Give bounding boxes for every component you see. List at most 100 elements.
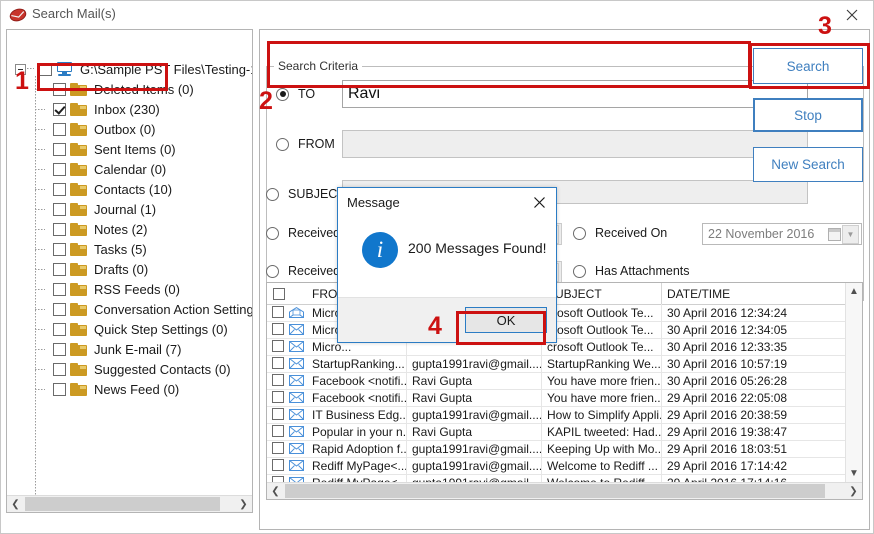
grid-select-all-cell[interactable]: [267, 283, 290, 304]
row-checkbox[interactable]: [272, 323, 284, 335]
row-checkbox[interactable]: [272, 459, 284, 471]
row-checkbox[interactable]: [272, 425, 284, 437]
radio-has-attachments[interactable]: Has Attachments: [573, 264, 690, 278]
table-row[interactable]: Rapid Adoption f... gupta1991ravi@gmail..…: [267, 440, 862, 458]
row-checkbox[interactable]: [272, 391, 284, 403]
row-checkbox[interactable]: [272, 306, 284, 318]
grid-header-subject[interactable]: SUBJECT: [542, 283, 662, 304]
tree-checkbox[interactable]: [53, 242, 66, 256]
radio-subject-button[interactable]: [266, 187, 279, 201]
table-row[interactable]: Facebook <notifi... Ravi Gupta You have mo…: [267, 389, 862, 407]
dialog-ok-button[interactable]: OK: [465, 307, 547, 333]
cell-subject: Keeping Up with Mo...: [542, 440, 662, 457]
tree-node-journal-1[interactable]: Journal (1): [53, 199, 156, 219]
scroll-right-icon[interactable]: ❯: [845, 483, 862, 499]
tree-node-suggested-contacts-0[interactable]: Suggested Contacts (0): [53, 359, 231, 379]
table-row[interactable]: Rediff MyPage<...gupta1991ravi@gmail....…: [267, 474, 862, 482]
tree-checkbox[interactable]: [53, 282, 66, 296]
table-row[interactable]: Rediff MyPage<...gupta1991ravi@gmail....…: [267, 457, 862, 475]
tree-node-outbox-0[interactable]: Outbox (0): [53, 119, 155, 139]
row-checkbox[interactable]: [272, 357, 284, 369]
table-row[interactable]: IT Business Edg... gupta1991ravi@gmail...…: [267, 406, 862, 424]
scroll-up-icon[interactable]: ▲: [846, 283, 862, 300]
tree-expander-root[interactable]: [15, 64, 26, 75]
tree-checkbox[interactable]: [53, 262, 66, 276]
search-button[interactable]: Search: [753, 48, 863, 84]
tree-node-junk-e-mail-7[interactable]: Junk E-mail (7): [53, 339, 181, 359]
received-on-datepicker[interactable]: 22 November 2016 ▼: [702, 223, 862, 245]
tree-checkbox[interactable]: [53, 222, 66, 236]
tree-horizontal-scrollbar[interactable]: ❮ ❯: [7, 495, 252, 512]
radio-to[interactable]: TO: [276, 87, 315, 101]
row-checkbox[interactable]: [272, 340, 284, 352]
grid-horizontal-scrollbar[interactable]: ❮ ❯: [267, 482, 862, 499]
radio-subject[interactable]: SUBJECT: [266, 187, 345, 201]
table-row[interactable]: Facebook <notifi... Ravi Gupta You have mo…: [267, 372, 862, 390]
folder-tree[interactable]: G:\Sample PST Files\Testing-1 Deleted It…: [7, 30, 252, 495]
cell-to: Ravi Gupta: [407, 372, 542, 389]
tree-checkbox[interactable]: [53, 322, 66, 336]
table-row[interactable]: StartupRanking... gupta1991ravi@gmail....…: [267, 355, 862, 373]
tree-node-conversation-action-setting[interactable]: Conversation Action Setting: [53, 299, 252, 319]
tree-line: [27, 68, 34, 69]
chevron-down-icon[interactable]: ▼: [842, 224, 859, 244]
tree-checkbox[interactable]: [53, 302, 66, 316]
grid-header-datetime[interactable]: DATE/TIME: [662, 283, 847, 304]
tree-node-inbox-230[interactable]: Inbox (230): [53, 99, 160, 119]
scroll-right-icon[interactable]: ❯: [235, 496, 252, 512]
from-input[interactable]: [342, 130, 808, 158]
tree-checkbox[interactable]: [53, 202, 66, 216]
tree-node-root[interactable]: G:\Sample PST Files\Testing-1: [39, 59, 252, 79]
tree-node-label: Calendar (0): [94, 161, 167, 177]
grid-vertical-scrollbar[interactable]: ▲ ▼: [845, 283, 862, 482]
close-icon[interactable]: [829, 1, 873, 28]
scroll-left-icon[interactable]: ❮: [267, 483, 284, 499]
stop-button[interactable]: Stop: [753, 98, 863, 132]
scroll-down-icon[interactable]: ▼: [846, 465, 862, 482]
radio-from-button[interactable]: [276, 137, 289, 151]
radio-to-button[interactable]: [276, 87, 289, 101]
tree-checkbox-root[interactable]: [39, 62, 52, 76]
tree-node-tasks-5[interactable]: Tasks (5): [53, 239, 147, 259]
mail-closed-icon: [289, 341, 304, 352]
tree-checkbox[interactable]: [53, 182, 66, 196]
row-checkbox[interactable]: [272, 408, 284, 420]
tree-checkbox[interactable]: [53, 102, 66, 116]
radio-from[interactable]: FROM: [276, 137, 335, 151]
tree-checkbox[interactable]: [53, 362, 66, 376]
tree-checkbox[interactable]: [53, 162, 66, 176]
radio-received-on[interactable]: Received On: [573, 226, 667, 240]
tree-node-drafts-0[interactable]: Drafts (0): [53, 259, 148, 279]
folder-tree-panel[interactable]: G:\Sample PST Files\Testing-1 Deleted It…: [6, 29, 253, 513]
radio-has-attachments-button[interactable]: [573, 264, 586, 278]
scroll-left-icon[interactable]: ❮: [7, 496, 24, 512]
radio-received-before-button[interactable]: [266, 226, 279, 240]
scroll-thumb[interactable]: [285, 484, 825, 498]
tree-node-sent-items-0[interactable]: Sent Items (0): [53, 139, 176, 159]
scroll-thumb[interactable]: [25, 497, 220, 511]
tree-checkbox[interactable]: [53, 82, 66, 96]
to-input[interactable]: Ravi: [342, 80, 808, 108]
table-row[interactable]: Popular in your n... Ravi Gupta KAPIL twee…: [267, 423, 862, 441]
tree-checkbox[interactable]: [53, 382, 66, 396]
radio-received-on-button[interactable]: [573, 226, 586, 240]
tree-checkbox[interactable]: [53, 342, 66, 356]
radio-received-after-button[interactable]: [266, 264, 279, 278]
tree-node-calendar-0[interactable]: Calendar (0): [53, 159, 166, 179]
tree-node-deleted-items-0[interactable]: Deleted Items (0): [53, 79, 194, 99]
cell-datetime: 30 April 2016 12:34:24: [662, 304, 847, 321]
tree-node-label: RSS Feeds (0): [94, 281, 180, 297]
tree-node-contacts-10[interactable]: Contacts (10): [53, 179, 172, 199]
tree-node-quick-step-settings-0[interactable]: Quick Step Settings (0): [53, 319, 228, 339]
dialog-footer: OK: [338, 297, 556, 342]
dialog-close-icon[interactable]: [526, 191, 552, 213]
grid-select-all-checkbox[interactable]: [273, 287, 285, 300]
tree-node-notes-2[interactable]: Notes (2): [53, 219, 147, 239]
new-search-button[interactable]: New Search: [753, 147, 863, 182]
tree-checkbox[interactable]: [53, 142, 66, 156]
tree-checkbox[interactable]: [53, 122, 66, 136]
tree-node-rss-feeds-0[interactable]: RSS Feeds (0): [53, 279, 180, 299]
row-checkbox[interactable]: [272, 442, 284, 454]
tree-node-news-feed-0[interactable]: News Feed (0): [53, 379, 179, 399]
row-checkbox[interactable]: [272, 374, 284, 386]
